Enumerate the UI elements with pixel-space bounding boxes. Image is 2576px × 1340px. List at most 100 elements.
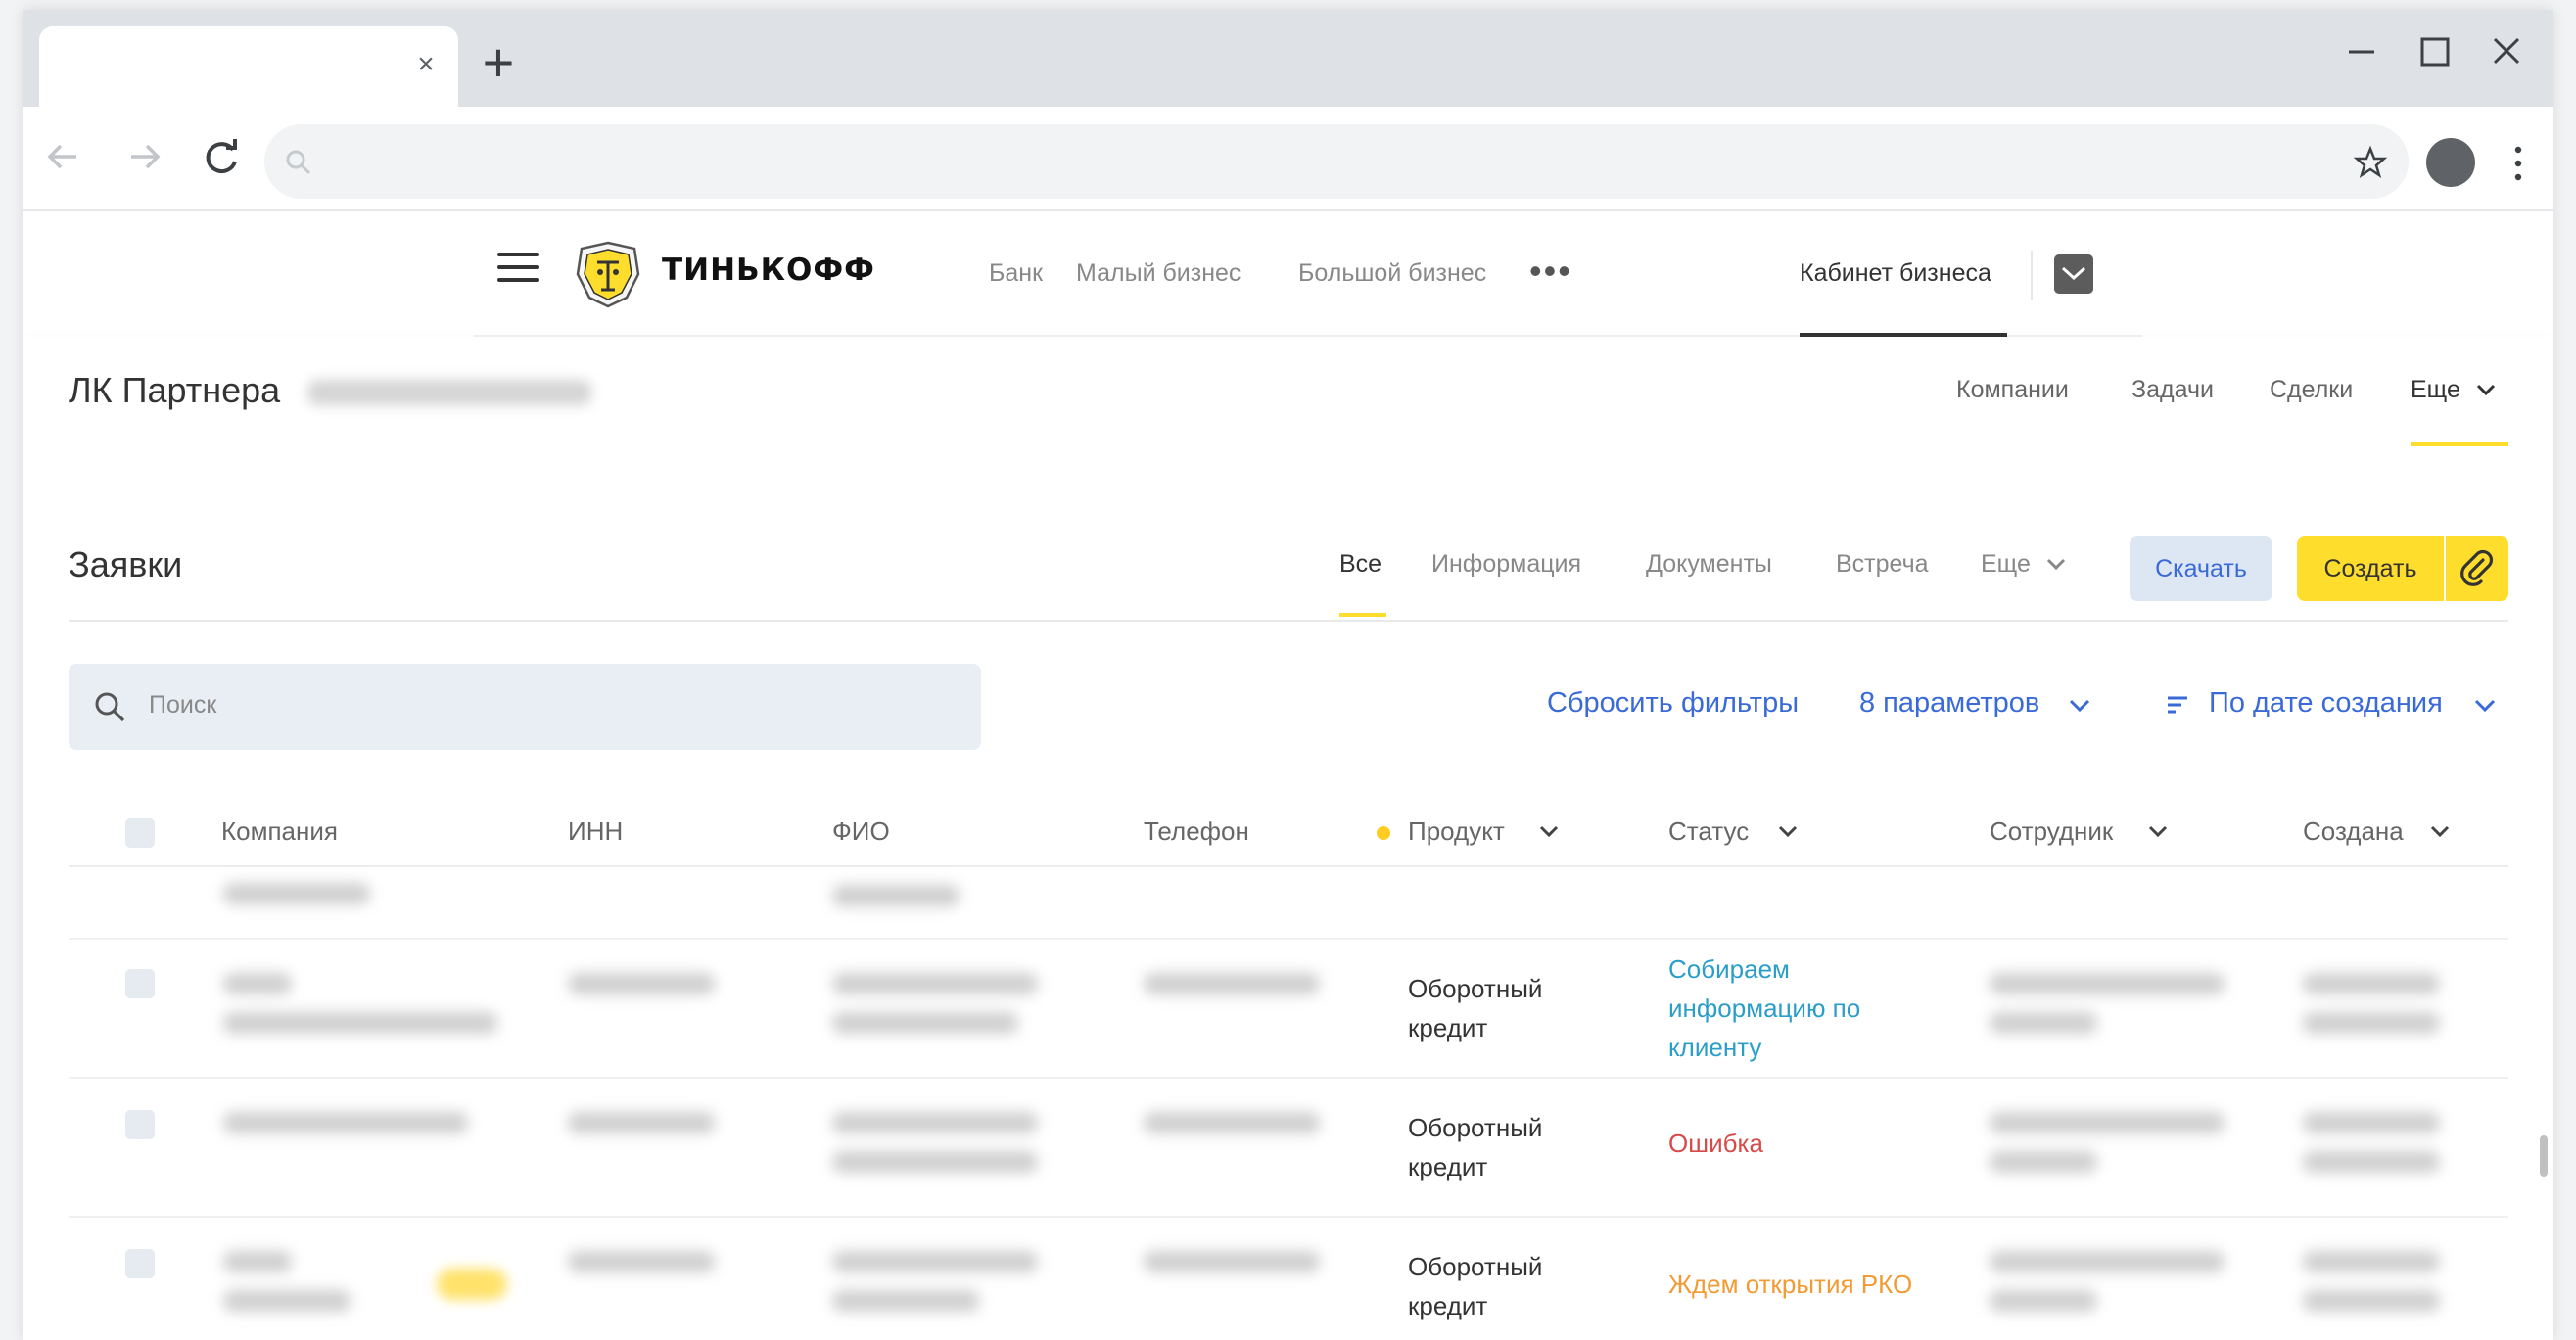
blurred-fio <box>832 885 960 906</box>
tab-documents[interactable]: Документы <box>1646 550 1772 578</box>
download-button[interactable]: Скачать <box>2130 536 2272 601</box>
maximize-icon[interactable] <box>2400 27 2468 76</box>
tab-close-icon[interactable]: × <box>409 48 443 81</box>
sort-icon[interactable] <box>2166 693 2191 716</box>
tinkoff-logo-text[interactable]: ТИНЬКОФФ <box>662 253 875 288</box>
blurred-company <box>223 973 292 994</box>
header-phone[interactable]: Телефон <box>1144 816 1249 847</box>
blurred-company <box>223 1012 497 1034</box>
chevron-down-icon <box>2046 558 2065 571</box>
browser-window: × + ТИНЬКОФФ Банк Малый бизнес Большой б… <box>23 10 2553 1340</box>
tabs-divider <box>69 620 2508 622</box>
blurred-fio <box>832 1290 979 1312</box>
nav-large-business[interactable]: Большой бизнес <box>1298 259 1486 288</box>
minimize-icon[interactable] <box>2327 27 2396 76</box>
search-icon <box>95 692 125 722</box>
nav-bank[interactable]: Банк <box>989 259 1043 288</box>
table-row[interactable] <box>69 869 2508 940</box>
table-row[interactable]: Оборотный кредит Собираем информацию по … <box>69 940 2508 1079</box>
close-window-icon[interactable] <box>2472 27 2541 76</box>
header-product[interactable]: Продукт <box>1408 816 1505 847</box>
tinkoff-logo-emblem-icon[interactable] <box>572 239 644 309</box>
new-tab-button[interactable]: + <box>472 35 525 92</box>
row-checkbox[interactable] <box>125 1249 155 1278</box>
profile-icon[interactable] <box>2426 138 2475 187</box>
blurred-fio <box>832 1112 1038 1133</box>
params-filter-link[interactable]: 8 параметров <box>1859 687 2039 719</box>
select-all-checkbox[interactable] <box>125 818 155 848</box>
product-line: Оборотный <box>1408 974 1543 1003</box>
row-checkbox[interactable] <box>125 1110 155 1139</box>
blurred-company <box>223 883 370 904</box>
blurred-inn <box>568 1251 715 1272</box>
header-status[interactable]: Статус <box>1668 816 1749 847</box>
chevron-down-icon[interactable] <box>2428 822 2452 840</box>
blurred-employee <box>1990 973 2225 994</box>
reset-filters-link[interactable]: Сбросить фильтры <box>1547 687 1799 719</box>
chevron-down-icon[interactable] <box>1776 822 1800 840</box>
partner-nav-more-label: Еще <box>2411 376 2460 403</box>
blurred-employee <box>1990 1151 2097 1173</box>
blurred-employee <box>1990 1290 2097 1312</box>
blurred-fio <box>832 973 1038 994</box>
search-icon <box>286 150 311 175</box>
hamburger-menu-icon[interactable] <box>497 253 539 288</box>
attach-icon[interactable] <box>2446 536 2508 601</box>
reload-icon[interactable] <box>196 130 249 183</box>
partner-company-blurred <box>307 380 591 405</box>
row-checkbox[interactable] <box>125 969 155 998</box>
blurred-company <box>223 1290 351 1312</box>
header-employee[interactable]: Сотрудник <box>1990 816 2113 847</box>
header-created[interactable]: Создана <box>2303 816 2404 847</box>
blurred-inn <box>568 1112 715 1133</box>
search-placeholder: Поиск <box>149 691 217 718</box>
status-line: информацию по <box>1668 993 1861 1023</box>
product-line: Оборотный <box>1408 1113 1543 1142</box>
forward-arrow-icon[interactable] <box>117 130 170 183</box>
star-icon[interactable] <box>2352 144 2389 181</box>
tab-meeting[interactable]: Встреча <box>1836 550 1929 578</box>
header-divider <box>2031 251 2033 300</box>
partner-nav-more[interactable]: Еще <box>2411 376 2497 404</box>
tab-all[interactable]: Все <box>1339 550 1382 578</box>
chevron-down-icon[interactable] <box>1537 822 1561 840</box>
product-filter-dot <box>1377 826 1390 840</box>
back-arrow-icon[interactable] <box>37 130 90 183</box>
search-input[interactable]: Поиск <box>69 664 981 750</box>
header-company[interactable]: Компания <box>221 816 338 847</box>
mail-icon[interactable] <box>2054 254 2093 294</box>
tab-information[interactable]: Информация <box>1431 550 1581 578</box>
table-row[interactable]: Оборотный кредит Ждем открытия РКО <box>69 1218 2508 1340</box>
blurred-date <box>2303 1112 2440 1133</box>
create-button[interactable]: Создать <box>2297 536 2444 601</box>
product-line: кредит <box>1408 1152 1488 1181</box>
status-line: клиенту <box>1668 1033 1762 1062</box>
product-cell: Оборотный кредит <box>1408 1108 1542 1186</box>
blurred-badge <box>437 1269 507 1300</box>
partner-nav-companies[interactable]: Компании <box>1956 376 2069 404</box>
header-inn[interactable]: ИНН <box>568 816 623 847</box>
tab-more[interactable]: Еще <box>1981 550 2067 578</box>
kebab-menu-icon[interactable] <box>2508 142 2528 185</box>
blurred-employee <box>1990 1112 2225 1133</box>
blurred-phone <box>1144 973 1320 994</box>
nav-business-cabinet[interactable]: Кабинет бизнеса <box>1800 259 1991 288</box>
chevron-down-icon <box>2476 384 2495 396</box>
browser-tab[interactable]: × <box>39 26 458 107</box>
blurred-fio <box>832 1012 1018 1034</box>
chevron-down-icon[interactable] <box>2471 695 2499 716</box>
blurred-employee <box>1990 1251 2225 1272</box>
nav-more-icon[interactable]: ••• <box>1529 251 1572 292</box>
address-bar[interactable] <box>264 124 2409 199</box>
sort-by-date-link[interactable]: По дате создания <box>2209 687 2443 719</box>
product-line: Оборотный <box>1408 1252 1543 1281</box>
table-row[interactable]: Оборотный кредит Ошибка <box>69 1079 2508 1218</box>
header-fio[interactable]: ФИО <box>832 816 890 847</box>
scrollbar-thumb[interactable] <box>2540 1135 2548 1177</box>
product-line: кредит <box>1408 1013 1488 1042</box>
chevron-down-icon[interactable] <box>2066 695 2093 716</box>
partner-nav-deals[interactable]: Сделки <box>2270 376 2353 404</box>
chevron-down-icon[interactable] <box>2146 822 2170 840</box>
partner-nav-tasks[interactable]: Задачи <box>2131 376 2214 404</box>
nav-small-business[interactable]: Малый бизнес <box>1076 259 1241 288</box>
